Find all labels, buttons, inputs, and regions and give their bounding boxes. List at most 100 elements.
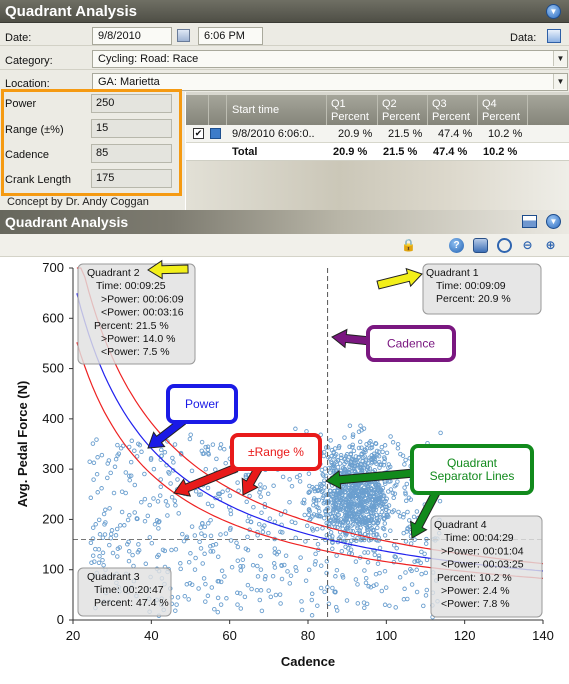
data-point	[338, 452, 344, 458]
data-point	[382, 521, 388, 526]
data-point	[372, 552, 378, 558]
cell-start-time: 9/8/2010 6:06:0..	[232, 128, 315, 140]
data-point	[287, 499, 292, 505]
data-point	[108, 531, 114, 537]
column-header-q4-sub: Percent	[482, 111, 520, 123]
data-point	[127, 477, 132, 483]
data-point	[91, 460, 97, 466]
data-point	[437, 498, 443, 504]
data-point	[382, 533, 388, 538]
data-point	[298, 555, 303, 560]
data-point	[97, 554, 102, 559]
date-label: Date:	[5, 32, 32, 44]
column-header-q3[interactable]: Q3	[432, 98, 447, 110]
column-header-q4[interactable]: Q4	[482, 98, 497, 110]
calendar-icon[interactable]	[177, 29, 190, 42]
fit-to-screen-icon[interactable]	[497, 238, 512, 253]
data-point	[377, 545, 383, 551]
divider	[477, 95, 478, 125]
quadrant-text: Quadrant 1	[426, 267, 479, 279]
data-point	[186, 597, 191, 602]
data-point	[299, 607, 305, 613]
data-point	[303, 578, 309, 583]
data-point	[173, 503, 178, 508]
data-point	[287, 477, 292, 482]
layout-icon[interactable]	[522, 215, 537, 228]
chevron-down-icon[interactable]: ▼	[553, 74, 567, 89]
data-point	[262, 485, 267, 490]
data-point	[222, 574, 227, 579]
data-point	[403, 570, 408, 575]
y-tick-label: 0	[57, 612, 64, 627]
data-point	[380, 449, 385, 455]
category-dropdown[interactable]: Cycling: Road: Race	[92, 50, 568, 68]
zoom-in-icon[interactable]: ⊕	[543, 238, 558, 253]
data-point	[118, 445, 124, 451]
column-header-q1[interactable]: Q1	[331, 98, 346, 110]
column-header-q2[interactable]: Q2	[382, 98, 397, 110]
data-point	[136, 542, 141, 547]
data-point	[258, 567, 264, 572]
data-point	[165, 513, 170, 518]
data-point	[101, 562, 106, 568]
data-point	[152, 522, 158, 527]
data-point	[189, 468, 195, 474]
data-point	[255, 574, 261, 579]
data-point	[409, 582, 415, 587]
data-point	[404, 481, 410, 487]
data-point	[100, 557, 105, 563]
lock-icon[interactable]: 🔒	[401, 238, 416, 253]
data-point	[362, 605, 367, 611]
help-icon[interactable]: ?	[449, 238, 464, 253]
data-point	[163, 499, 169, 504]
scatter-chart[interactable]: 20 40 60 80 100 120 1400100200300400500600700 …	[0, 257, 569, 684]
data-point	[126, 558, 132, 564]
data-point	[351, 448, 357, 454]
quadrant-text: Quadrant 3	[87, 571, 140, 583]
date-field[interactable]: 9/8/2010	[92, 27, 172, 45]
chevron-down-icon[interactable]: ▼	[546, 214, 561, 229]
data-point	[197, 539, 202, 545]
chevron-down-icon[interactable]: ▼	[553, 51, 567, 66]
data-point	[90, 441, 96, 446]
quadrant-text: <Power: 00:03:25	[441, 559, 524, 571]
chevron-down-icon[interactable]: ▼	[546, 4, 561, 19]
data-point	[236, 488, 241, 493]
data-point	[358, 423, 363, 428]
column-header-q3-sub: Percent	[432, 111, 470, 123]
data-point	[314, 526, 320, 532]
data-point	[88, 540, 94, 546]
data-point	[397, 575, 403, 580]
data-point	[198, 525, 204, 530]
data-point	[209, 585, 215, 590]
data-point	[94, 437, 99, 442]
data-point	[132, 448, 137, 453]
data-point	[390, 440, 396, 445]
table-row[interactable]: ✔ 9/8/2010 6:06:0.. 20.9 % 21.5 % 47.4 %…	[186, 125, 569, 143]
data-point	[258, 588, 264, 593]
save-icon[interactable]	[473, 238, 488, 253]
row-color-swatch[interactable]	[210, 128, 221, 139]
data-point	[384, 450, 390, 456]
data-point	[151, 496, 156, 501]
data-point	[165, 503, 170, 508]
data-point	[215, 554, 221, 559]
data-point	[149, 540, 155, 546]
total-q4: 10.2 %	[483, 146, 518, 158]
data-point	[235, 602, 240, 607]
data-point	[224, 596, 229, 601]
divider	[0, 45, 569, 46]
data-point	[147, 502, 152, 508]
time-field[interactable]: 6:06 PM	[198, 27, 263, 45]
column-header-start-time[interactable]: Start time	[232, 104, 279, 116]
data-point	[256, 521, 262, 527]
data-point	[402, 586, 407, 592]
data-source-icon[interactable]	[547, 29, 561, 43]
data-point	[95, 455, 100, 460]
data-point	[268, 594, 274, 600]
data-point	[132, 482, 138, 488]
data-point	[273, 592, 279, 598]
row-checkbox[interactable]: ✔	[193, 128, 204, 139]
zoom-out-icon[interactable]: ⊖	[520, 238, 535, 253]
cell-q4: 10.2 %	[488, 128, 523, 140]
